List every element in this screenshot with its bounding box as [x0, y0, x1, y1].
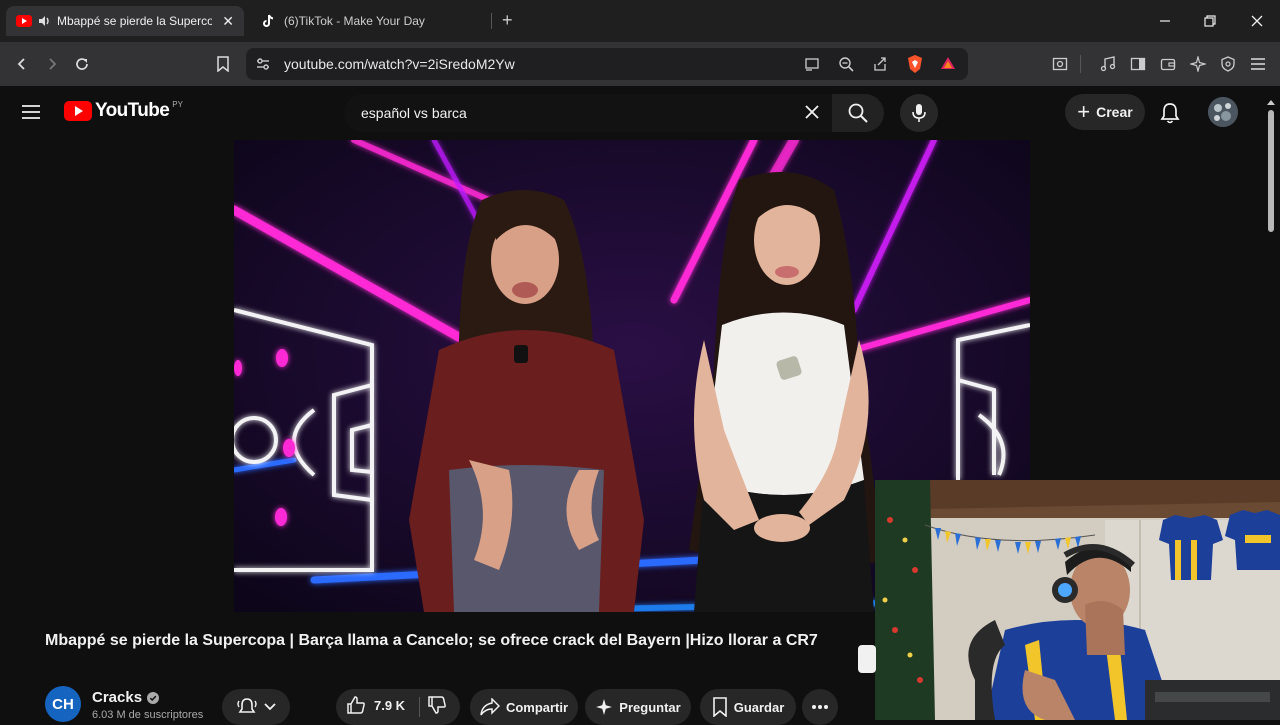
- video-transcript-chip[interactable]: [858, 645, 876, 673]
- url-text: youtube.com/watch?v=2iSredoM2Yw: [284, 56, 515, 72]
- vpn-icon[interactable]: [1216, 52, 1240, 76]
- close-tab-icon[interactable]: ✕: [222, 13, 234, 30]
- menu-icon[interactable]: [1246, 52, 1270, 76]
- sidebar-icon[interactable]: [1126, 52, 1150, 76]
- video-title: Mbappé se pierde la Supercopa | Barça ll…: [45, 632, 818, 649]
- search-button[interactable]: [832, 94, 884, 132]
- youtube-logo[interactable]: YouTube PY: [64, 100, 183, 122]
- microphone-icon: [912, 104, 926, 122]
- forward-icon[interactable]: [40, 52, 64, 76]
- channel-name-text: Cracks: [92, 689, 143, 706]
- page-scrollbar[interactable]: [1266, 100, 1276, 234]
- back-icon[interactable]: [10, 52, 34, 76]
- leo-ai-icon[interactable]: [1186, 52, 1210, 76]
- search-icon: [848, 103, 868, 123]
- like-button[interactable]: 7.9 K: [346, 695, 405, 715]
- cast-icon[interactable]: [804, 56, 820, 72]
- create-button[interactable]: + Crear: [1065, 94, 1145, 130]
- bell-ringing-icon: [237, 698, 257, 713]
- address-bar[interactable]: youtube.com/watch?v=2iSredoM2Yw: [246, 48, 968, 80]
- bookmark-save-icon: [712, 697, 727, 717]
- wallet-icon[interactable]: [1156, 52, 1180, 76]
- youtube-favicon-icon: [16, 15, 32, 27]
- ask-label: Preguntar: [619, 699, 681, 715]
- share-icon[interactable]: [872, 56, 888, 72]
- thumbs-down-icon: [428, 696, 446, 714]
- tab-youtube[interactable]: Mbappé se pierde la Supercop ✕: [6, 6, 244, 36]
- minimize-button[interactable]: [1151, 8, 1179, 34]
- youtube-logo-text: YouTube: [95, 100, 170, 121]
- scrollbar-thumb[interactable]: [1268, 110, 1274, 232]
- tiktok-favicon-icon: [262, 14, 276, 28]
- save-label: Guardar: [733, 699, 785, 715]
- new-tab-icon[interactable]: +: [502, 10, 513, 31]
- thumbs-up-icon: [347, 696, 365, 714]
- bookmark-icon[interactable]: [211, 52, 235, 76]
- chevron-down-icon: [264, 703, 276, 711]
- site-settings-icon[interactable]: [255, 56, 271, 72]
- dislike-button[interactable]: [427, 695, 447, 715]
- country-code: PY: [172, 99, 183, 109]
- tab-title: Mbappé se pierde la Supercop: [57, 14, 213, 28]
- close-window-button[interactable]: [1243, 8, 1271, 34]
- brave-rewards-icon[interactable]: [940, 55, 956, 71]
- tab-divider: [491, 13, 492, 29]
- reload-icon[interactable]: [70, 52, 94, 76]
- clear-search-icon[interactable]: [804, 104, 820, 120]
- more-horizontal-icon: [812, 705, 828, 709]
- zoom-icon[interactable]: [838, 56, 854, 72]
- search-input[interactable]: español vs barca: [344, 94, 840, 132]
- brave-shields-icon[interactable]: [906, 54, 924, 74]
- verified-icon: [147, 691, 160, 704]
- tab-title: (6)TikTok - Make Your Day: [284, 14, 425, 28]
- webcam-frame: [875, 480, 1280, 720]
- like-count: 7.9 K: [374, 697, 406, 713]
- avatar[interactable]: [1208, 97, 1238, 127]
- channel-avatar[interactable]: CH: [45, 686, 81, 722]
- restore-button[interactable]: [1196, 8, 1224, 34]
- scroll-up-arrow[interactable]: [1267, 100, 1275, 105]
- media-icon[interactable]: [1096, 52, 1120, 76]
- search-query: español vs barca: [361, 105, 467, 121]
- youtube-play-icon: [64, 101, 92, 121]
- create-label: Crear: [1096, 104, 1133, 120]
- like-divider: [419, 697, 420, 717]
- share-arrow-icon: [480, 698, 500, 716]
- toolbar-divider: [1080, 55, 1081, 73]
- channel-name[interactable]: Cracks: [92, 689, 160, 706]
- voice-search-button[interactable]: [900, 94, 938, 132]
- share-label: Compartir: [505, 699, 569, 715]
- reader-mode-icon[interactable]: [1048, 52, 1072, 76]
- notifications-icon[interactable]: [1160, 102, 1180, 124]
- subscriber-count: 6.03 M de suscriptores: [92, 709, 204, 721]
- speaker-icon[interactable]: [38, 15, 51, 27]
- plus-icon: +: [1077, 99, 1091, 124]
- hamburger-menu-icon[interactable]: [22, 104, 40, 120]
- sparkle-icon: [596, 699, 613, 715]
- webcam-overlay: [875, 480, 1280, 720]
- tab-tiktok[interactable]: (6)TikTok - Make Your Day: [252, 6, 488, 36]
